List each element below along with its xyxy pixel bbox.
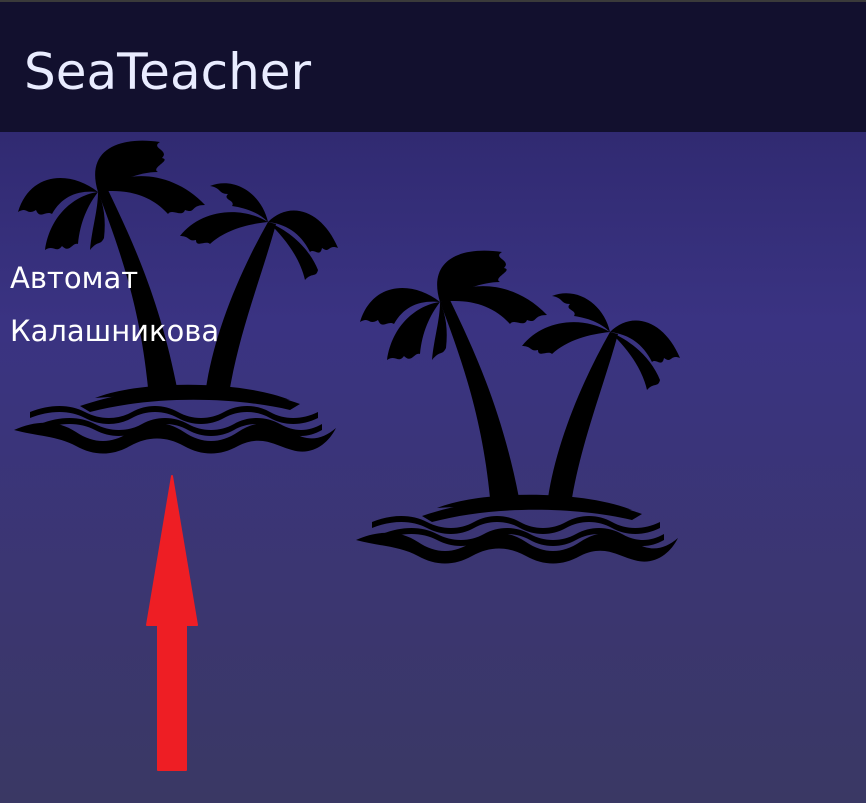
palm-island-icon[interactable]	[0, 0, 350, 470]
up-arrow-icon	[146, 475, 198, 771]
palm-island-icon[interactable]	[342, 110, 692, 580]
island-label[interactable]: Автомат Калашникова	[10, 252, 260, 358]
